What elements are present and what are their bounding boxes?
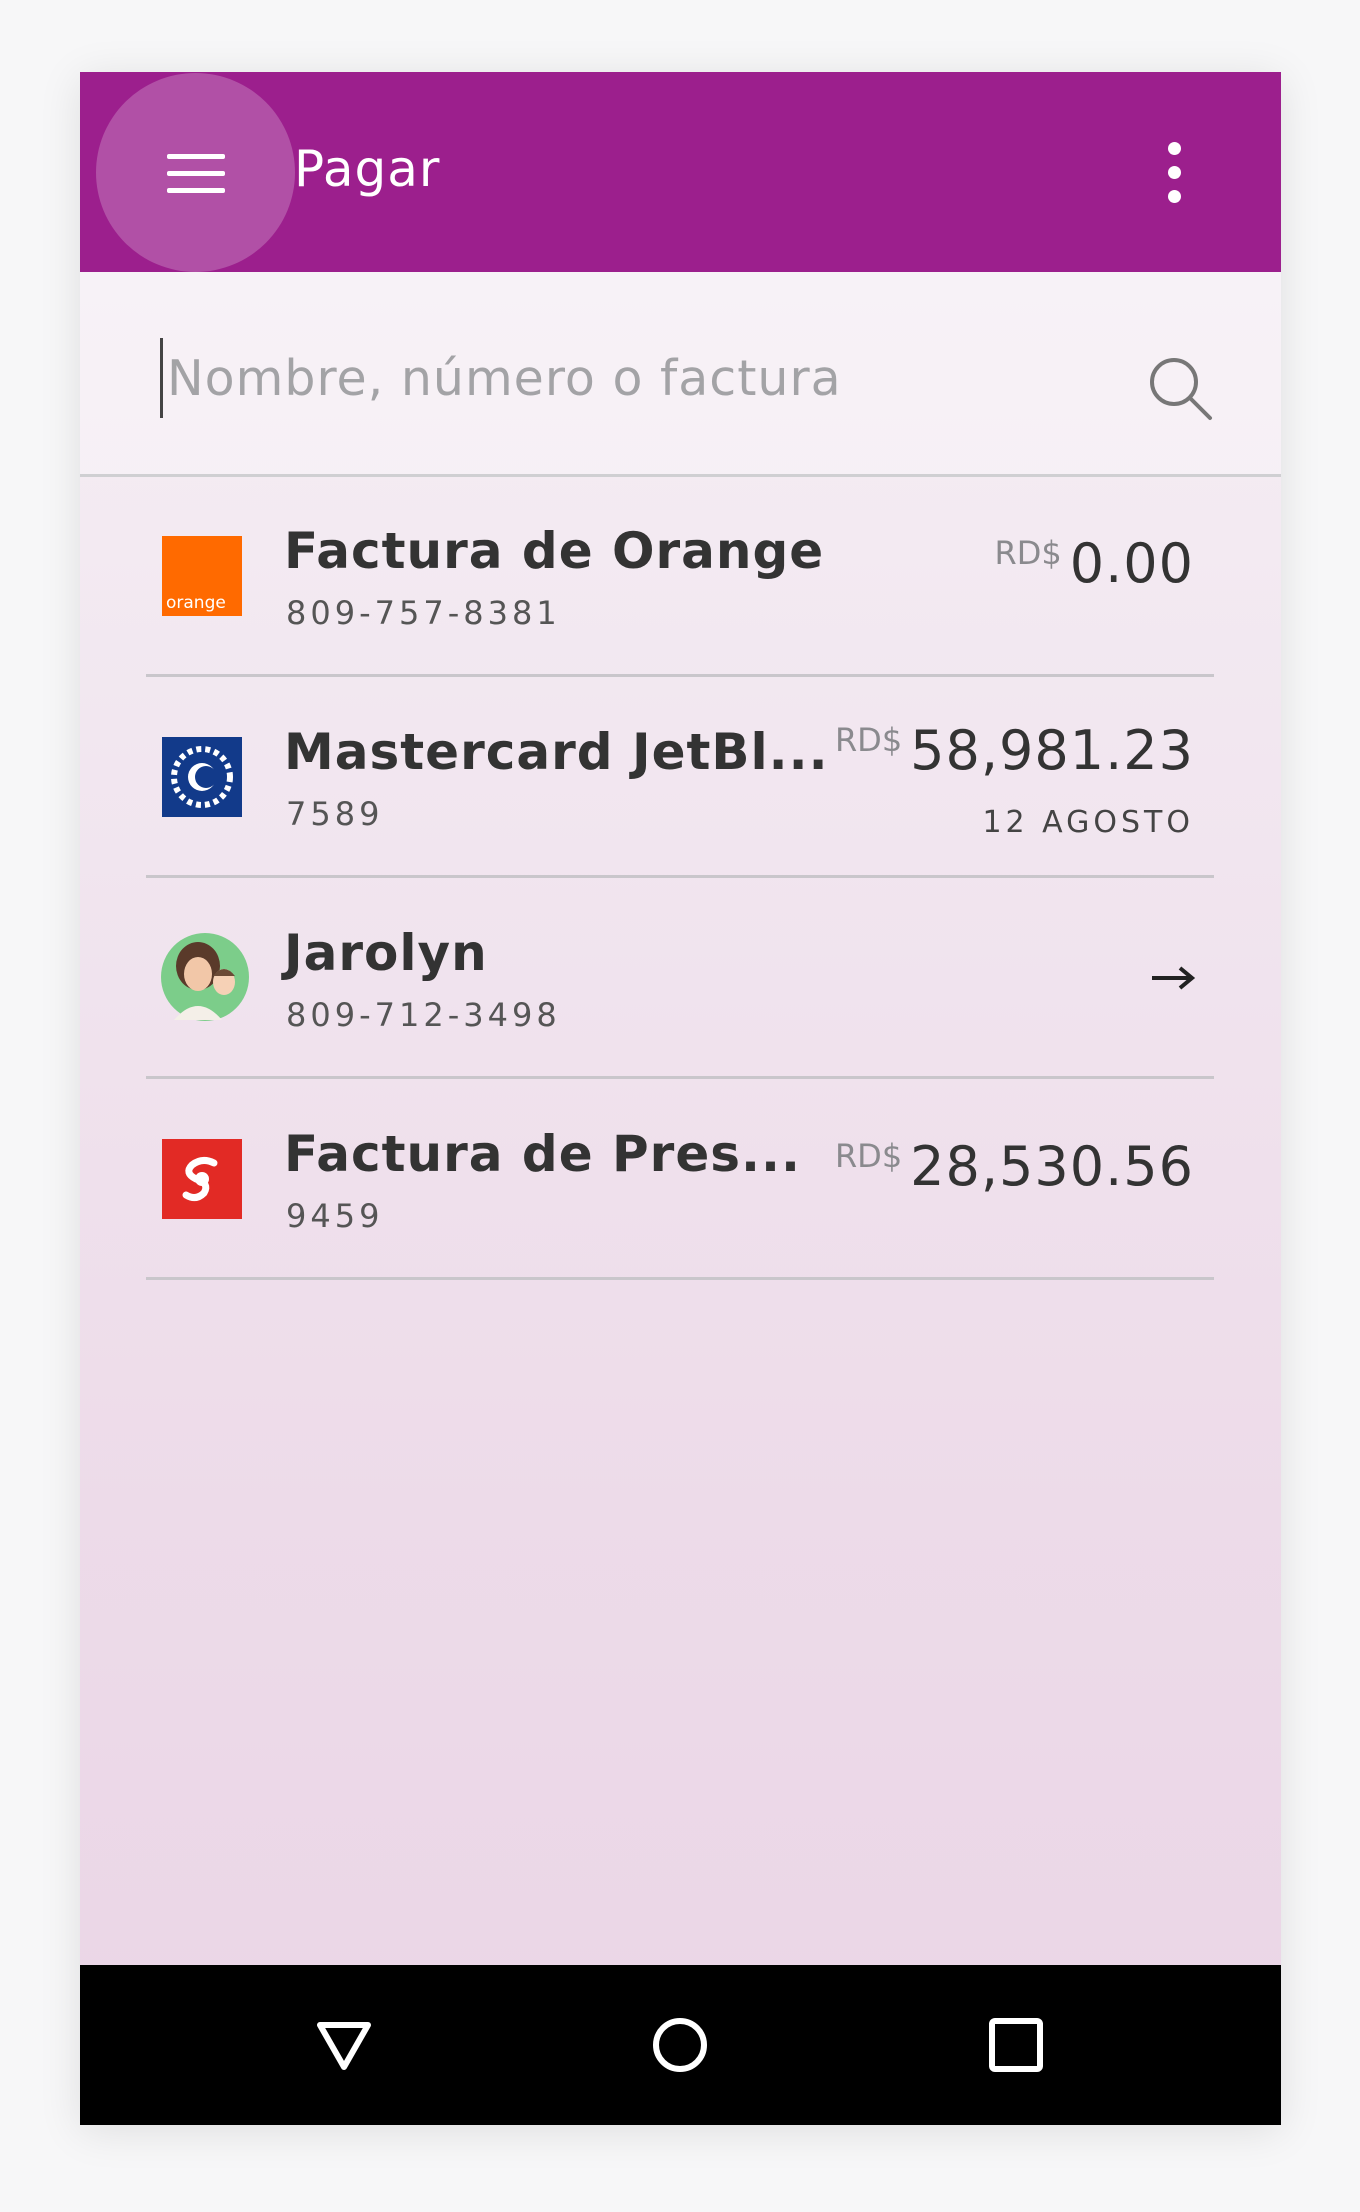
arrow-right-icon[interactable] <box>1150 964 1196 992</box>
hamburger-menu-icon <box>167 154 225 194</box>
scotiabank-logo <box>162 1139 242 1219</box>
phone-screen: Pagar orange Factura de Orange 809-757-8… <box>80 72 1281 2125</box>
item-amount: RD$ 58,981.23 <box>835 719 1194 782</box>
search-icon[interactable] <box>1146 354 1216 424</box>
list-item[interactable]: Jarolyn 809-712-3498 <box>146 878 1214 1079</box>
search-bar <box>80 272 1281 477</box>
item-subtitle: 7589 <box>286 795 384 833</box>
system-nav-bar <box>80 1965 1281 2125</box>
due-date: 12 AGOSTO <box>982 805 1194 840</box>
amount-value: 0.00 <box>1069 532 1194 595</box>
more-vertical-icon[interactable] <box>1160 142 1190 206</box>
item-title: Factura de Pres... <box>284 1125 801 1183</box>
menu-button[interactable] <box>96 73 295 272</box>
currency-label: RD$ <box>834 721 903 759</box>
app-bar: Pagar <box>80 72 1281 272</box>
amount-value: 28,530.56 <box>910 1135 1194 1198</box>
item-title: Jarolyn <box>284 924 488 982</box>
item-subtitle: 809-757-8381 <box>286 594 561 632</box>
item-subtitle: 809-712-3498 <box>286 996 561 1034</box>
item-subtitle: 9459 <box>286 1197 384 1235</box>
nav-back-icon[interactable] <box>314 2015 374 2075</box>
svg-text:orange: orange <box>166 593 226 613</box>
currency-label: RD$ <box>994 534 1062 572</box>
page-title: Pagar <box>294 140 441 198</box>
search-input[interactable] <box>160 338 1067 418</box>
payee-list: orange Factura de Orange 809-757-8381 RD… <box>146 476 1214 1280</box>
contact-avatar <box>161 933 249 1021</box>
list-item[interactable]: Factura de Pres... 9459 RD$ 28,530.56 <box>146 1079 1214 1280</box>
item-title: Factura de Orange <box>284 522 825 580</box>
currency-label: RD$ <box>834 1137 903 1175</box>
nav-recents-icon[interactable] <box>986 2015 1046 2075</box>
list-item[interactable]: orange Factura de Orange 809-757-8381 RD… <box>146 476 1214 677</box>
item-amount: RD$ 28,530.56 <box>835 1135 1194 1198</box>
list-item[interactable]: Mastercard JetBl... 7589 RD$ 58,981.23 12… <box>146 677 1214 878</box>
item-amount: RD$ 0.00 <box>995 532 1194 595</box>
bank-sun-logo <box>162 737 242 817</box>
orange-logo: orange <box>162 536 242 616</box>
amount-value: 58,981.23 <box>910 719 1194 782</box>
nav-home-icon[interactable] <box>650 2015 710 2075</box>
item-title: Mastercard JetBl... <box>284 723 829 781</box>
